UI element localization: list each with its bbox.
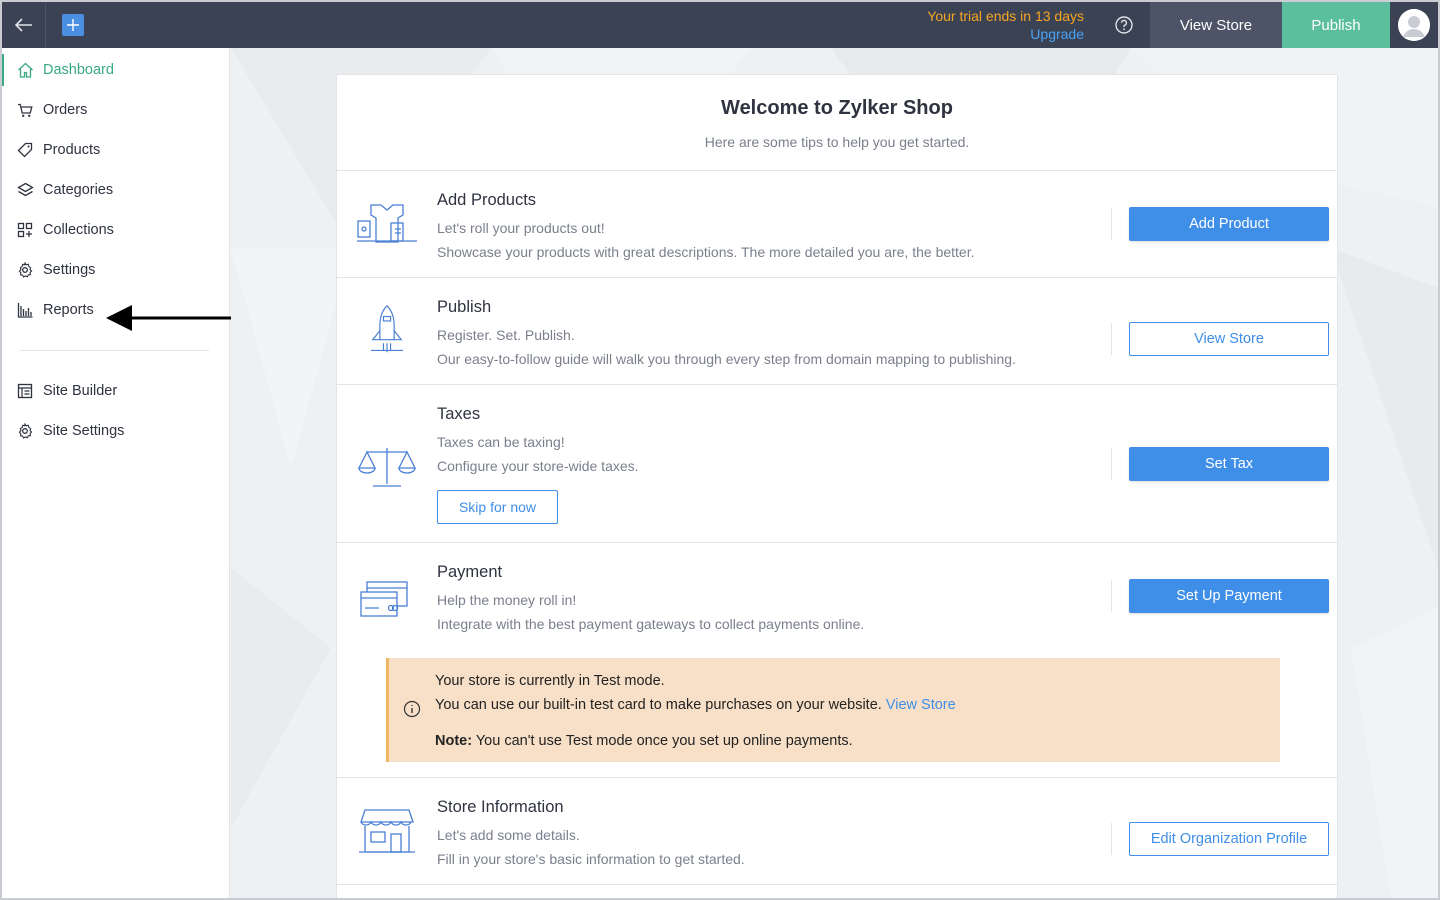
sidebar-item-label: Categories	[43, 182, 114, 198]
skip-button[interactable]: Skip for now	[437, 490, 558, 524]
section-add-products: Add Products Let's roll your products ou…	[337, 171, 1337, 278]
sidebar-item-label: Products	[43, 142, 101, 158]
section-line: Taxes can be taxing!	[437, 434, 565, 450]
sidebar-item-label: Site Settings	[43, 423, 125, 439]
back-button[interactable]	[2, 2, 46, 48]
sidebar: Dashboard Orders Products Categories Col…	[2, 48, 264, 898]
add-button[interactable]	[62, 14, 84, 36]
section-payment: Payment Help the money roll in! Integrat…	[337, 543, 1337, 778]
section-title: Taxes	[437, 405, 481, 423]
products-illustration-icon	[357, 204, 417, 243]
sidebar-item-label: Orders	[43, 102, 88, 118]
sidebar-item-label: Settings	[43, 262, 96, 278]
home-icon	[16, 61, 34, 79]
sidebar-item-site-builder[interactable]: Site Builder	[2, 371, 229, 411]
section-line: Showcase your products with great descri…	[437, 244, 975, 260]
notice-line: Your store is currently in Test mode.	[435, 673, 665, 689]
section-divider	[1111, 448, 1112, 480]
gear-icon	[16, 261, 34, 279]
add-product-button[interactable]: Add Product	[1129, 207, 1329, 241]
section-body: Payment Help the money roll in! Integrat…	[437, 563, 864, 632]
notice-text: Your store is currently in Test mode. Yo…	[435, 671, 956, 751]
top-bar: Your trial ends in 13 days Upgrade View …	[2, 2, 1438, 48]
section-line: Let's add some details.	[437, 827, 580, 843]
section-body: Taxes Taxes can be taxing! Configure you…	[437, 405, 639, 524]
notice-line-text: You can use our built-in test card to ma…	[435, 697, 882, 713]
sidebar-item-dashboard[interactable]: Dashboard	[2, 50, 229, 90]
app-frame: Your trial ends in 13 days Upgrade View …	[0, 0, 1440, 900]
section-body: Store Information Let's add some details…	[437, 798, 745, 867]
sidebar-item-label: Dashboard	[43, 62, 114, 78]
rocket-icon	[370, 304, 404, 353]
tag-icon	[16, 141, 34, 159]
section-divider	[1111, 823, 1112, 855]
user-icon	[1398, 9, 1430, 41]
sidebar-item-orders[interactable]: Orders	[2, 90, 229, 130]
sidebar-item-collections[interactable]: Collections	[2, 210, 229, 250]
arrow-left-icon	[14, 18, 32, 32]
sidebar-item-categories[interactable]: Categories	[2, 170, 229, 210]
section-publish: Publish Register. Set. Publish. Our easy…	[337, 278, 1337, 385]
trial-notice: Your trial ends in 13 days Upgrade	[927, 7, 1114, 43]
storefront-icon	[359, 809, 415, 853]
section-taxes: Taxes Taxes can be taxing! Configure you…	[337, 385, 1337, 543]
section-divider	[1111, 323, 1112, 355]
section-line: Help the money roll in!	[437, 592, 577, 608]
trial-text: Your trial ends in 13 days	[927, 8, 1084, 24]
user-menu[interactable]	[1390, 2, 1438, 48]
section-store-information: Store Information Let's add some details…	[337, 778, 1337, 885]
section-line: Configure your store-wide taxes.	[437, 458, 639, 474]
gear-icon	[16, 422, 34, 440]
sidebar-item-label: Reports	[43, 302, 94, 318]
note-label: Note:	[435, 733, 473, 749]
grid-plus-icon	[16, 221, 34, 239]
sidebar-item-products[interactable]: Products	[2, 130, 229, 170]
section-line: Register. Set. Publish.	[437, 327, 575, 343]
getting-started-card: Welcome to Zylker Shop Here are some tip…	[336, 74, 1338, 898]
notice-note: Note: You can't use Test mode once you s…	[435, 731, 956, 751]
scales-icon	[357, 448, 417, 487]
card-header: Welcome to Zylker Shop Here are some tip…	[337, 75, 1337, 171]
set-tax-button[interactable]: Set Tax	[1129, 447, 1329, 481]
plus-icon	[67, 19, 79, 31]
avatar	[1398, 9, 1430, 41]
section-title: Payment	[437, 563, 503, 581]
site-builder-icon	[16, 382, 34, 400]
page-title: Welcome to Zylker Shop	[721, 97, 953, 119]
section-line: Integrate with the best payment gateways…	[437, 616, 865, 632]
cart-icon	[16, 101, 34, 119]
sidebar-item-site-settings[interactable]: Site Settings	[2, 411, 229, 451]
section-title: Publish	[437, 298, 492, 316]
info-icon	[403, 700, 421, 718]
note-text: You can't use Test mode once you set up …	[475, 733, 853, 749]
section-line: Our easy-to-follow guide will walk you t…	[437, 351, 1016, 367]
view-store-link[interactable]: View Store	[886, 697, 956, 713]
section-line: Let's roll your products out!	[437, 220, 605, 236]
section-divider	[1111, 208, 1112, 240]
layers-icon	[16, 181, 34, 199]
view-store-button[interactable]: View Store	[1150, 2, 1282, 48]
sidebar-item-label: Site Builder	[43, 383, 118, 399]
view-store-button[interactable]: View Store	[1129, 322, 1329, 356]
bar-chart-icon	[16, 301, 34, 319]
section-body: Add Products Let's roll your products ou…	[437, 191, 974, 260]
publish-button[interactable]: Publish	[1282, 2, 1390, 48]
section-line: Fill in your store's basic information t…	[437, 851, 745, 867]
page-subtitle: Here are some tips to help you get start…	[704, 134, 970, 150]
test-mode-notice: Your store is currently in Test mode. Yo…	[386, 658, 1280, 762]
upgrade-link[interactable]: Upgrade	[927, 25, 1084, 43]
payment-card-icon	[360, 581, 408, 617]
notice-line: You can use our built-in test card to ma…	[435, 695, 956, 715]
section-body: Publish Register. Set. Publish. Our easy…	[437, 298, 1016, 367]
set-up-payment-button[interactable]: Set Up Payment	[1129, 579, 1329, 613]
edit-organization-profile-button[interactable]: Edit Organization Profile	[1129, 822, 1329, 856]
section-title: Add Products	[437, 191, 537, 209]
sidebar-item-settings[interactable]: Settings	[2, 250, 229, 290]
help-icon[interactable]	[1114, 15, 1134, 35]
section-title: Store Information	[437, 798, 564, 816]
section-divider	[1111, 580, 1112, 612]
sidebar-divider	[20, 350, 209, 351]
sidebar-item-label: Collections	[43, 222, 114, 238]
